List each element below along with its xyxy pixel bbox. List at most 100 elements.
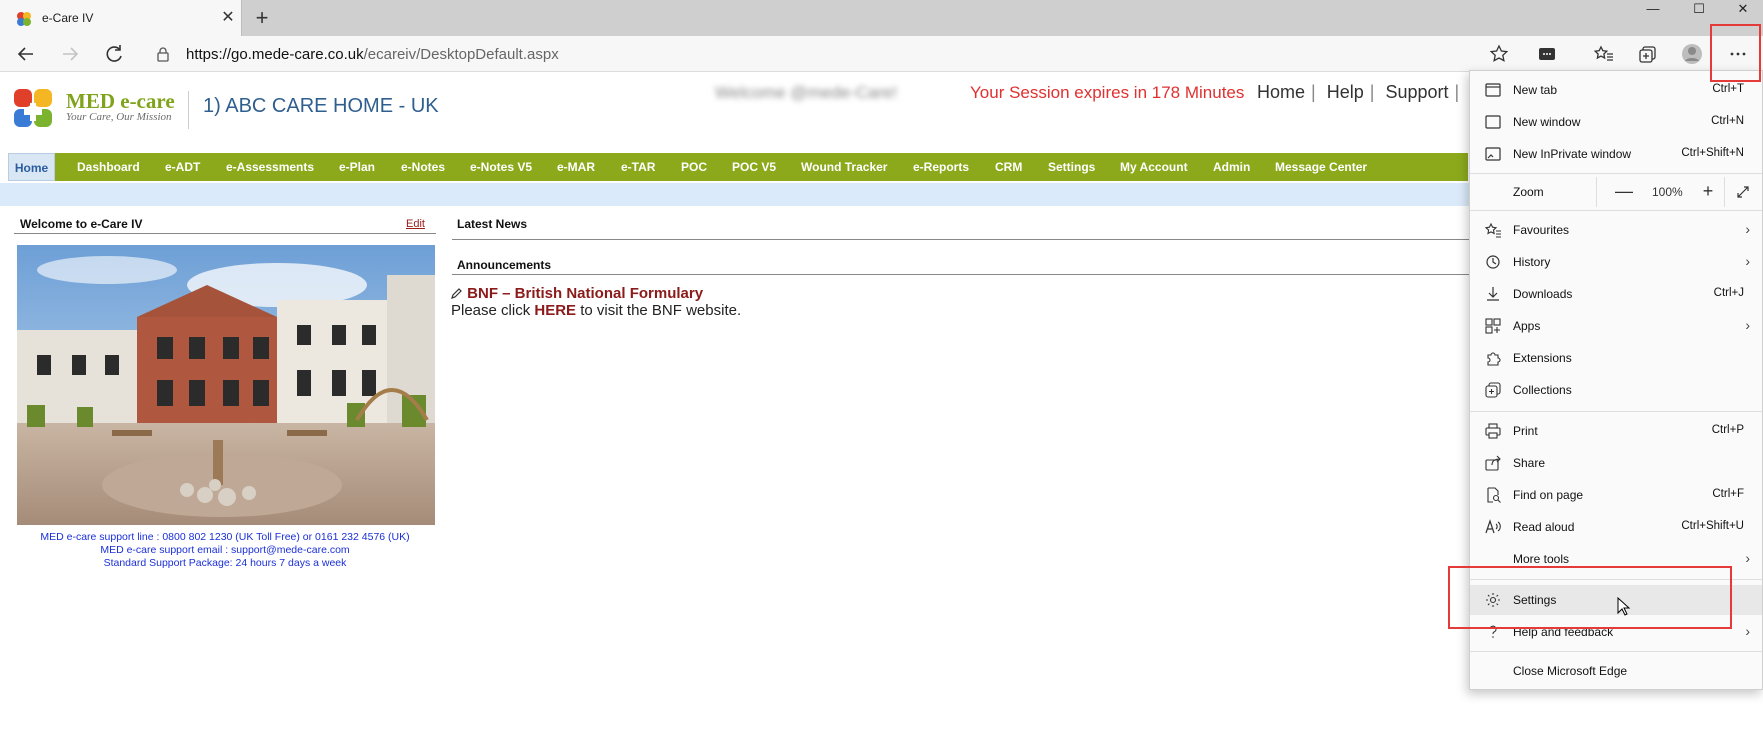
menu-downloads[interactable]: Downloads Ctrl+J [1470, 279, 1762, 309]
back-icon[interactable] [14, 42, 38, 66]
url-host: https://go.mede-care.co.uk [186, 46, 364, 63]
browser-tab[interactable]: e-Care IV ✕ [0, 0, 242, 36]
nav-e-assessments[interactable]: e-Assessments [226, 153, 314, 181]
profile-avatar-icon[interactable] [1680, 42, 1704, 66]
window-close-icon[interactable]: ✕ [1720, 0, 1763, 20]
logo-tagline: Your Care, Our Mission [66, 111, 172, 123]
maximize-icon[interactable]: ☐ [1676, 0, 1722, 20]
inprivate-window-icon [1485, 147, 1501, 161]
history-icon [1486, 255, 1500, 269]
refresh-icon[interactable] [102, 42, 126, 66]
menu-close-edge[interactable]: Close Microsoft Edge [1470, 656, 1762, 686]
nav-home[interactable]: Home [8, 153, 55, 181]
nav-e-mar[interactable]: e-MAR [557, 153, 595, 181]
menu-new-inprivate[interactable]: New InPrivate window Ctrl+Shift+N [1470, 139, 1762, 169]
collections-icon[interactable] [1636, 42, 1660, 66]
top-link-home[interactable]: Home [1257, 82, 1305, 102]
menu-find-on-page[interactable]: Find on page Ctrl+F [1470, 480, 1762, 510]
menu-label: Apps [1513, 319, 1541, 333]
menu-label: New window [1513, 115, 1581, 129]
highlight-more-button [1710, 24, 1761, 82]
menu-label: History [1513, 255, 1551, 269]
menu-divider [1470, 210, 1762, 211]
nav-dashboard[interactable]: Dashboard [77, 153, 140, 181]
zoom-divider [1596, 177, 1597, 207]
favorite-star-icon[interactable] [1487, 42, 1511, 66]
main-nav: Home Dashboard e-ADT e-Assessments e-Pla… [8, 153, 1468, 181]
edit-link[interactable]: Edit [406, 218, 425, 230]
highlight-settings-item [1448, 566, 1732, 629]
menu-divider [1470, 173, 1762, 174]
welcome-divider [14, 233, 436, 234]
new-tab-menu-icon [1485, 83, 1501, 97]
nav-settings[interactable]: Settings [1048, 153, 1095, 181]
top-link-help[interactable]: Help [1327, 82, 1364, 102]
nav-e-notes[interactable]: e-Notes [401, 153, 445, 181]
menu-favourites[interactable]: Favourites › [1470, 215, 1762, 245]
nav-e-tar[interactable]: e-TAR [621, 153, 655, 181]
nav-admin[interactable]: Admin [1213, 153, 1250, 181]
nav-e-adt[interactable]: e-ADT [165, 153, 200, 181]
nav-my-account[interactable]: My Account [1120, 153, 1188, 181]
support-email[interactable]: MED e-care support email : support@mede-… [10, 544, 440, 557]
nav-poc[interactable]: POC [681, 153, 707, 181]
welcome-user-text: Welcome ​​​​​​​​​​​​​​​​​​​​​​​​​​​​​​​​… [715, 83, 898, 102]
menu-share[interactable]: Share [1470, 448, 1762, 478]
menu-label: Find on page [1513, 488, 1584, 502]
menu-print[interactable]: Print Ctrl+P [1470, 416, 1762, 446]
nav-e-plan[interactable]: e-Plan [339, 153, 375, 181]
nav-wound-tracker[interactable]: Wound Tracker [801, 153, 887, 181]
menu-label: Collections [1513, 383, 1572, 397]
url-path: /ecareiv/DesktopDefault.aspx [363, 46, 559, 63]
nav-e-notes-v5[interactable]: e-Notes V5 [470, 153, 532, 181]
favourites-bar-icon[interactable] [1592, 42, 1616, 66]
bnf-announcement-title: BNF – British National Formulary [451, 285, 703, 302]
new-tab-icon[interactable]: + [250, 6, 274, 30]
menu-history[interactable]: History › [1470, 247, 1762, 277]
zoom-divider [1724, 177, 1725, 207]
read-aloud-icon [1485, 519, 1501, 534]
support-info: MED e-care support line : 0800 802 1230 … [10, 531, 440, 570]
chevron-right-icon: › [1745, 221, 1750, 237]
nav-crm[interactable]: CRM [995, 153, 1022, 181]
minimize-icon[interactable]: — [1630, 0, 1676, 20]
announcements-heading: Announcements [457, 258, 552, 272]
support-package: Standard Support Package: 24 hours 7 day… [103, 557, 347, 569]
bnf-title-text: BNF – British National Formulary [467, 285, 704, 302]
zoom-label: Zoom [1513, 185, 1544, 199]
top-link-support[interactable]: Support [1385, 82, 1448, 102]
welcome-heading: Welcome to e-Care IV [20, 217, 143, 231]
menu-new-window[interactable]: New window Ctrl+N [1470, 107, 1762, 137]
extension-icon[interactable] [1535, 42, 1559, 66]
menu-label: Extensions [1513, 351, 1572, 365]
menu-shortcut: Ctrl+F [1712, 488, 1744, 500]
tab-close-icon[interactable]: ✕ [218, 8, 238, 28]
menu-apps[interactable]: Apps › [1470, 311, 1762, 341]
support-line: MED e-care support line : 0800 802 1230 … [40, 531, 410, 543]
chevron-right-icon: › [1745, 317, 1750, 333]
menu-shortcut: Ctrl+Shift+U [1681, 520, 1744, 532]
care-home-name: 1) ABC CARE HOME - UK [203, 95, 439, 117]
zoom-out-button[interactable]: — [1610, 181, 1638, 202]
menu-shortcut: Ctrl+T [1712, 83, 1744, 95]
menu-read-aloud[interactable]: Read aloud Ctrl+Shift+U [1470, 512, 1762, 542]
menu-label: Close Microsoft Edge [1513, 664, 1628, 678]
fullscreen-icon[interactable] [1736, 185, 1750, 199]
bnf-here-link[interactable]: HERE [534, 302, 576, 319]
menu-divider [1470, 651, 1762, 652]
menu-label: New tab [1513, 83, 1558, 97]
menu-collections[interactable]: Collections [1470, 375, 1762, 405]
bnf-suffix: to visit the BNF website. [576, 302, 742, 319]
ecare-favicon-icon [17, 12, 31, 26]
nav-message-center[interactable]: Message Center [1275, 153, 1367, 181]
zoom-in-button[interactable]: + [1694, 181, 1722, 202]
address-bar[interactable]: https://go.mede-care.co.uk/ecareiv/Deskt… [142, 40, 1512, 68]
menu-label: Read aloud [1513, 520, 1575, 534]
bnf-prefix: Please click [451, 302, 535, 319]
tab-strip: e-Care IV ✕ + — ☐ ✕ [0, 0, 1763, 36]
menu-extensions[interactable]: Extensions [1470, 343, 1762, 373]
print-icon [1485, 423, 1501, 439]
nav-poc-v5[interactable]: POC V5 [732, 153, 776, 181]
forward-icon[interactable] [58, 42, 82, 66]
nav-e-reports[interactable]: e-Reports [913, 153, 969, 181]
